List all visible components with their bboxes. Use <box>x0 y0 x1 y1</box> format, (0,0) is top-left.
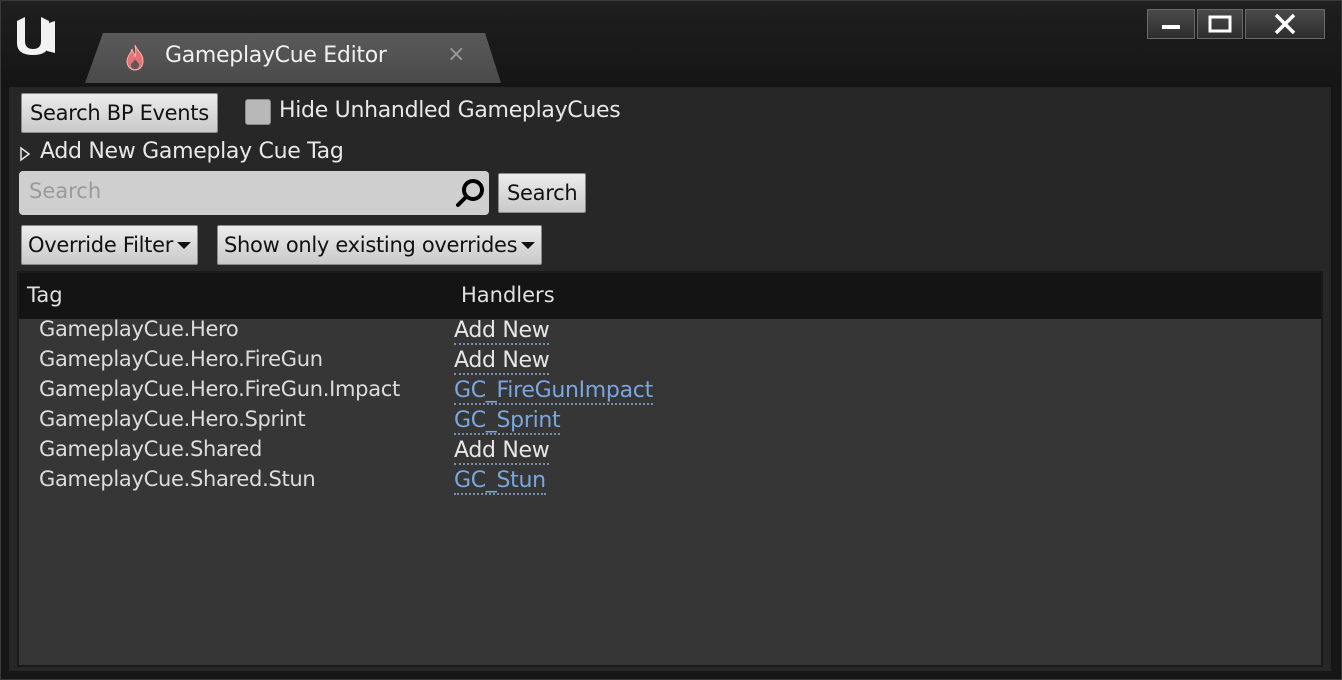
table-row[interactable]: GameplayCue.Hero.FireGun.Impact GC_FireGu… <box>19 377 1321 407</box>
override-filter-dropdown[interactable]: Override Filter <box>21 225 199 265</box>
hide-unhandled-checkbox[interactable] <box>245 99 271 125</box>
close-button[interactable] <box>1245 9 1325 39</box>
hide-unhandled-label: Hide Unhandled GameplayCues <box>279 98 621 123</box>
unreal-logo-icon <box>17 17 55 55</box>
table-row[interactable]: GameplayCue.Hero Add New <box>19 317 1321 347</box>
column-header-handlers[interactable]: Handlers <box>461 283 555 307</box>
add-new-handler-link[interactable]: Add New <box>454 319 550 345</box>
table-row[interactable]: GameplayCue.Hero.FireGun Add New <box>19 347 1321 377</box>
search-icon <box>456 179 484 207</box>
maximize-icon <box>1208 15 1232 33</box>
editor-content: Search BP Events Hide Unhandled Gameplay… <box>9 87 1331 671</box>
minimize-button[interactable] <box>1147 9 1195 39</box>
table-row[interactable]: GameplayCue.Shared Add New <box>19 437 1321 467</box>
add-new-handler-link[interactable]: Add New <box>454 439 550 465</box>
tab-close-button[interactable]: × <box>447 42 465 67</box>
handler-link[interactable]: GC_FireGunImpact <box>454 379 653 405</box>
show-existing-overrides-dropdown[interactable]: Show only existing overrides <box>217 225 543 265</box>
add-new-handler-link[interactable]: Add New <box>454 349 550 375</box>
gameplaycue-table: Tag Handlers GameplayCue.Hero Add New Game… <box>17 271 1323 667</box>
chevron-down-icon <box>177 241 192 249</box>
search-input[interactable]: Search <box>19 171 489 215</box>
table-header: Tag Handlers <box>19 273 1321 319</box>
handler-link[interactable]: GC_Stun <box>454 469 546 495</box>
handler-link[interactable]: GC_Sprint <box>454 409 561 435</box>
tag-cell: GameplayCue.Hero <box>39 317 239 341</box>
tag-cell: GameplayCue.Hero.FireGun <box>39 347 323 371</box>
expand-arrow-icon[interactable] <box>19 145 31 163</box>
search-placeholder: Search <box>29 179 102 203</box>
tab-gameplaycue-editor[interactable]: GameplayCue Editor × <box>85 33 501 83</box>
maximize-button[interactable] <box>1197 9 1243 39</box>
tag-cell: GameplayCue.Hero.FireGun.Impact <box>39 377 400 401</box>
tag-cell: GameplayCue.Hero.Sprint <box>39 407 306 431</box>
title-bar[interactable]: GameplayCue Editor × <box>1 1 1341 87</box>
minimize-icon <box>1162 25 1180 29</box>
tab-title: GameplayCue Editor <box>165 43 387 68</box>
override-filter-label: Override Filter <box>28 233 174 257</box>
table-row[interactable]: GameplayCue.Shared.Stun GC_Stun <box>19 467 1321 497</box>
column-header-tag[interactable]: Tag <box>27 283 63 307</box>
close-icon <box>1274 13 1296 35</box>
gameplaycue-editor-window: GameplayCue Editor × Search BP Events Hi… <box>0 0 1342 680</box>
chevron-down-icon <box>521 241 536 249</box>
table-row[interactable]: GameplayCue.Hero.Sprint GC_Sprint <box>19 407 1321 437</box>
search-bp-events-button[interactable]: Search BP Events <box>21 93 218 133</box>
show-existing-label: Show only existing overrides <box>224 233 518 257</box>
flame-icon <box>126 44 144 71</box>
search-button[interactable]: Search <box>498 173 587 213</box>
tag-cell: GameplayCue.Shared.Stun <box>39 467 316 491</box>
add-new-tag-expander[interactable]: Add New Gameplay Cue Tag <box>40 139 344 164</box>
tag-cell: GameplayCue.Shared <box>39 437 263 461</box>
